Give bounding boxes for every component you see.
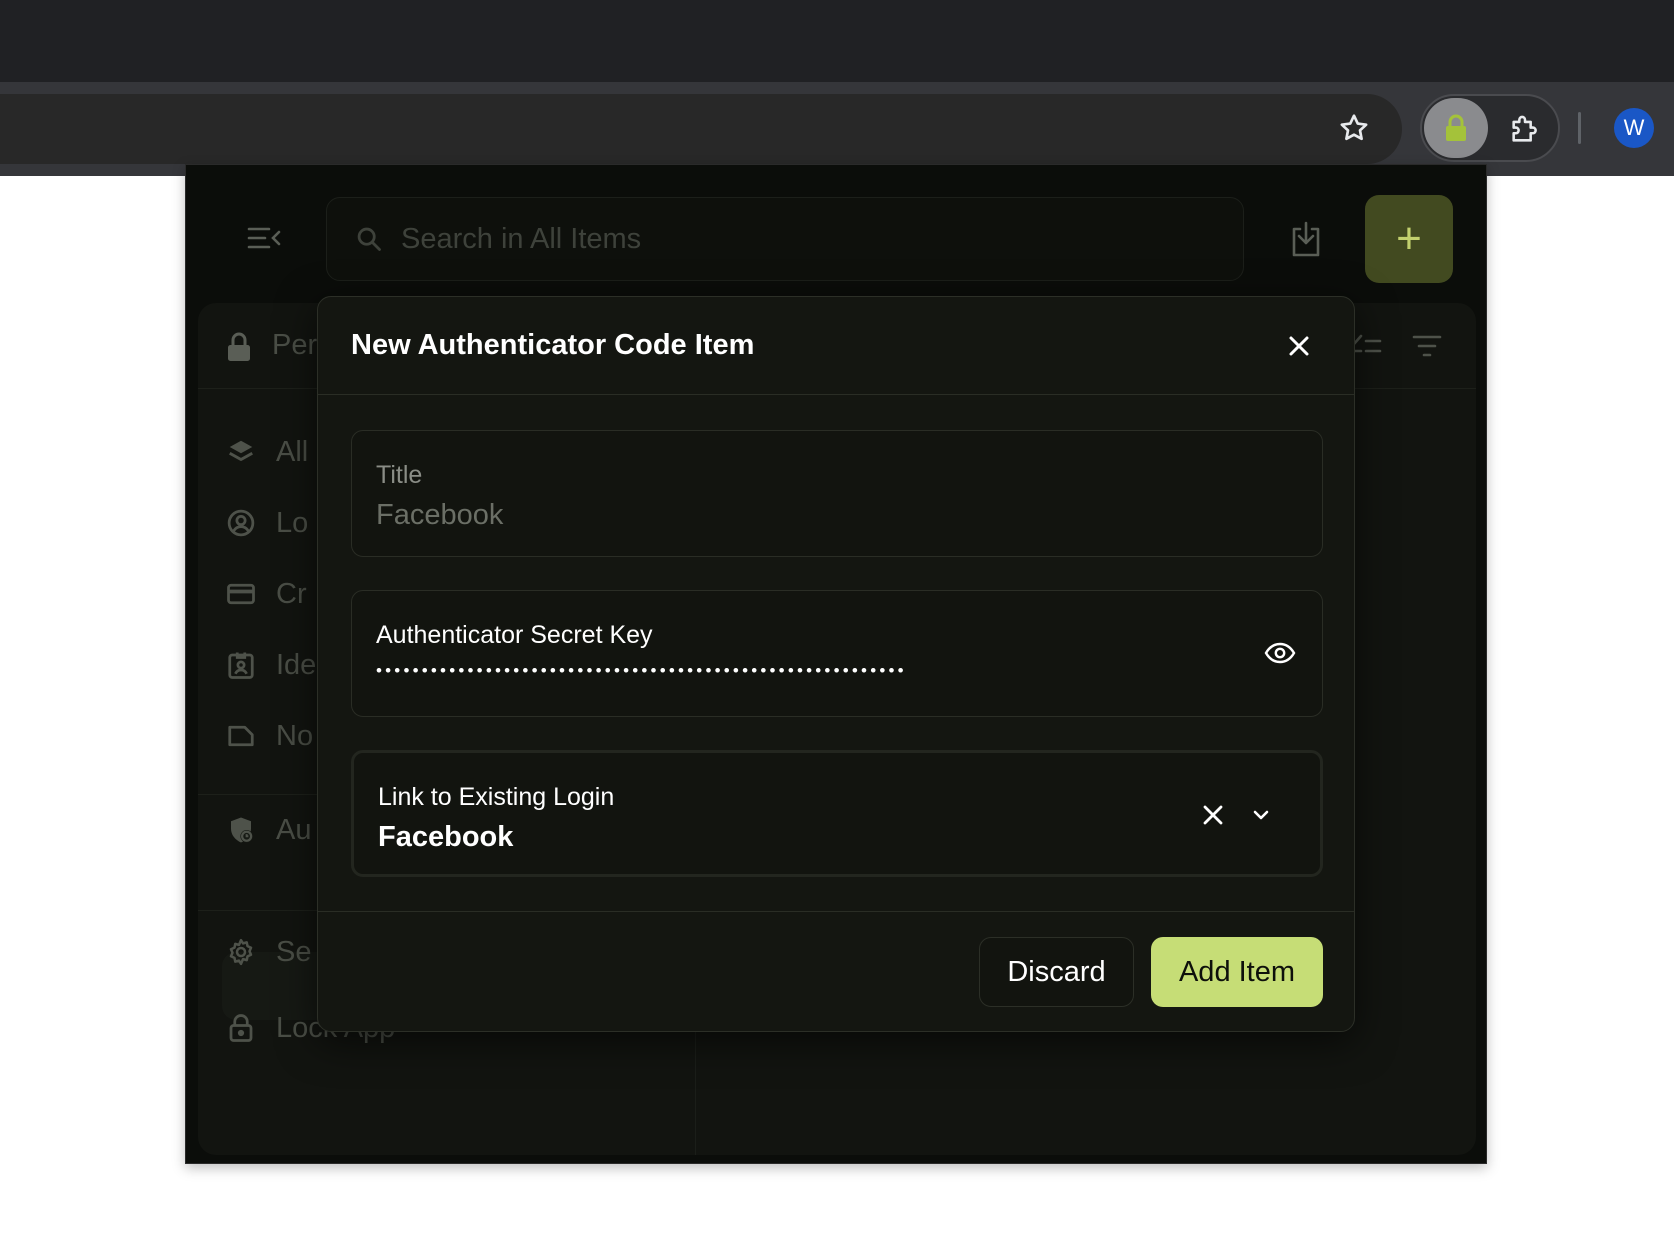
search-input[interactable]: Search in All Items bbox=[326, 197, 1244, 281]
download-icon[interactable] bbox=[1286, 217, 1326, 261]
vault-lock-icon bbox=[228, 332, 250, 361]
note-icon bbox=[228, 725, 254, 747]
sidebar-item-identities[interactable]: Ide bbox=[226, 637, 316, 693]
sidebar-item-notes[interactable]: No bbox=[226, 708, 313, 764]
gear-icon bbox=[229, 938, 253, 966]
dialog-header: New Authenticator Code Item bbox=[318, 297, 1354, 395]
search-icon bbox=[357, 227, 381, 251]
secret-key-label: Authenticator Secret Key bbox=[376, 621, 653, 649]
sidebar-item-label: No bbox=[276, 719, 314, 752]
shield-clock-icon bbox=[231, 817, 253, 843]
password-extension-lock-icon[interactable] bbox=[1424, 98, 1488, 158]
chevron-down-icon[interactable] bbox=[1251, 807, 1271, 823]
link-login-label: Link to Existing Login bbox=[378, 783, 615, 811]
sidebar-item-authenticator[interactable]: Au bbox=[226, 802, 311, 858]
lock-icon bbox=[229, 1014, 253, 1042]
link-login-select[interactable]: Link to Existing Login Facebook bbox=[351, 750, 1323, 877]
id-badge-icon bbox=[228, 652, 254, 679]
clear-icon[interactable] bbox=[1201, 803, 1225, 827]
dialog-title: New Authenticator Code Item bbox=[351, 329, 755, 361]
sidebar-item-label: Ide bbox=[276, 648, 317, 681]
secret-key-field[interactable]: Authenticator Secret Key •••••••••••••••… bbox=[351, 590, 1323, 717]
secret-key-input[interactable]: ••••••••••••••••••••••••••••••••••••••••… bbox=[376, 661, 1244, 681]
search-placeholder: Search in All Items bbox=[401, 222, 642, 255]
credit-card-icon bbox=[227, 583, 255, 605]
sidebar-item-label: Au bbox=[276, 813, 312, 846]
address-bar[interactable] bbox=[0, 94, 1402, 164]
add-item-confirm-button[interactable]: Add Item bbox=[1151, 937, 1323, 1007]
sidebar-item-label: All bbox=[276, 435, 309, 468]
browser-tabstrip bbox=[0, 0, 1674, 82]
new-authenticator-dialog: New Authenticator Code Item Title Facebo… bbox=[317, 296, 1355, 1032]
extensions-puzzle-icon[interactable] bbox=[1498, 102, 1552, 156]
sidebar-item-settings[interactable]: Se bbox=[226, 924, 311, 980]
sidebar-item-label: Cr bbox=[276, 577, 307, 610]
user-circle-icon bbox=[227, 509, 255, 537]
vault-name[interactable]: Per bbox=[272, 329, 317, 362]
filter-icon[interactable] bbox=[1412, 333, 1442, 359]
eye-icon[interactable] bbox=[1264, 639, 1296, 667]
toolbar-divider bbox=[1578, 112, 1581, 144]
sidebar-item-label: Lo bbox=[276, 506, 309, 539]
menu-collapse-icon[interactable] bbox=[246, 223, 282, 253]
close-icon[interactable] bbox=[1284, 331, 1314, 361]
title-field[interactable]: Title Facebook bbox=[351, 430, 1323, 557]
sidebar-item-logins[interactable]: Lo bbox=[226, 495, 308, 551]
title-field-value[interactable]: Facebook bbox=[376, 499, 503, 532]
discard-button[interactable]: Discard bbox=[979, 937, 1134, 1007]
sidebar-item-cards[interactable]: Cr bbox=[226, 566, 307, 622]
sidebar-item-all[interactable]: All bbox=[226, 424, 308, 480]
add-item-button[interactable]: + bbox=[1365, 195, 1453, 283]
dialog-footer-divider bbox=[318, 911, 1354, 912]
title-field-label: Title bbox=[376, 461, 423, 489]
profile-avatar[interactable]: W bbox=[1614, 108, 1654, 148]
sidebar-item-label: Se bbox=[276, 935, 312, 968]
bookmark-star-icon[interactable] bbox=[1332, 104, 1376, 152]
layers-icon bbox=[229, 440, 253, 461]
link-login-value: Facebook bbox=[378, 821, 514, 853]
extension-group bbox=[1420, 94, 1560, 162]
